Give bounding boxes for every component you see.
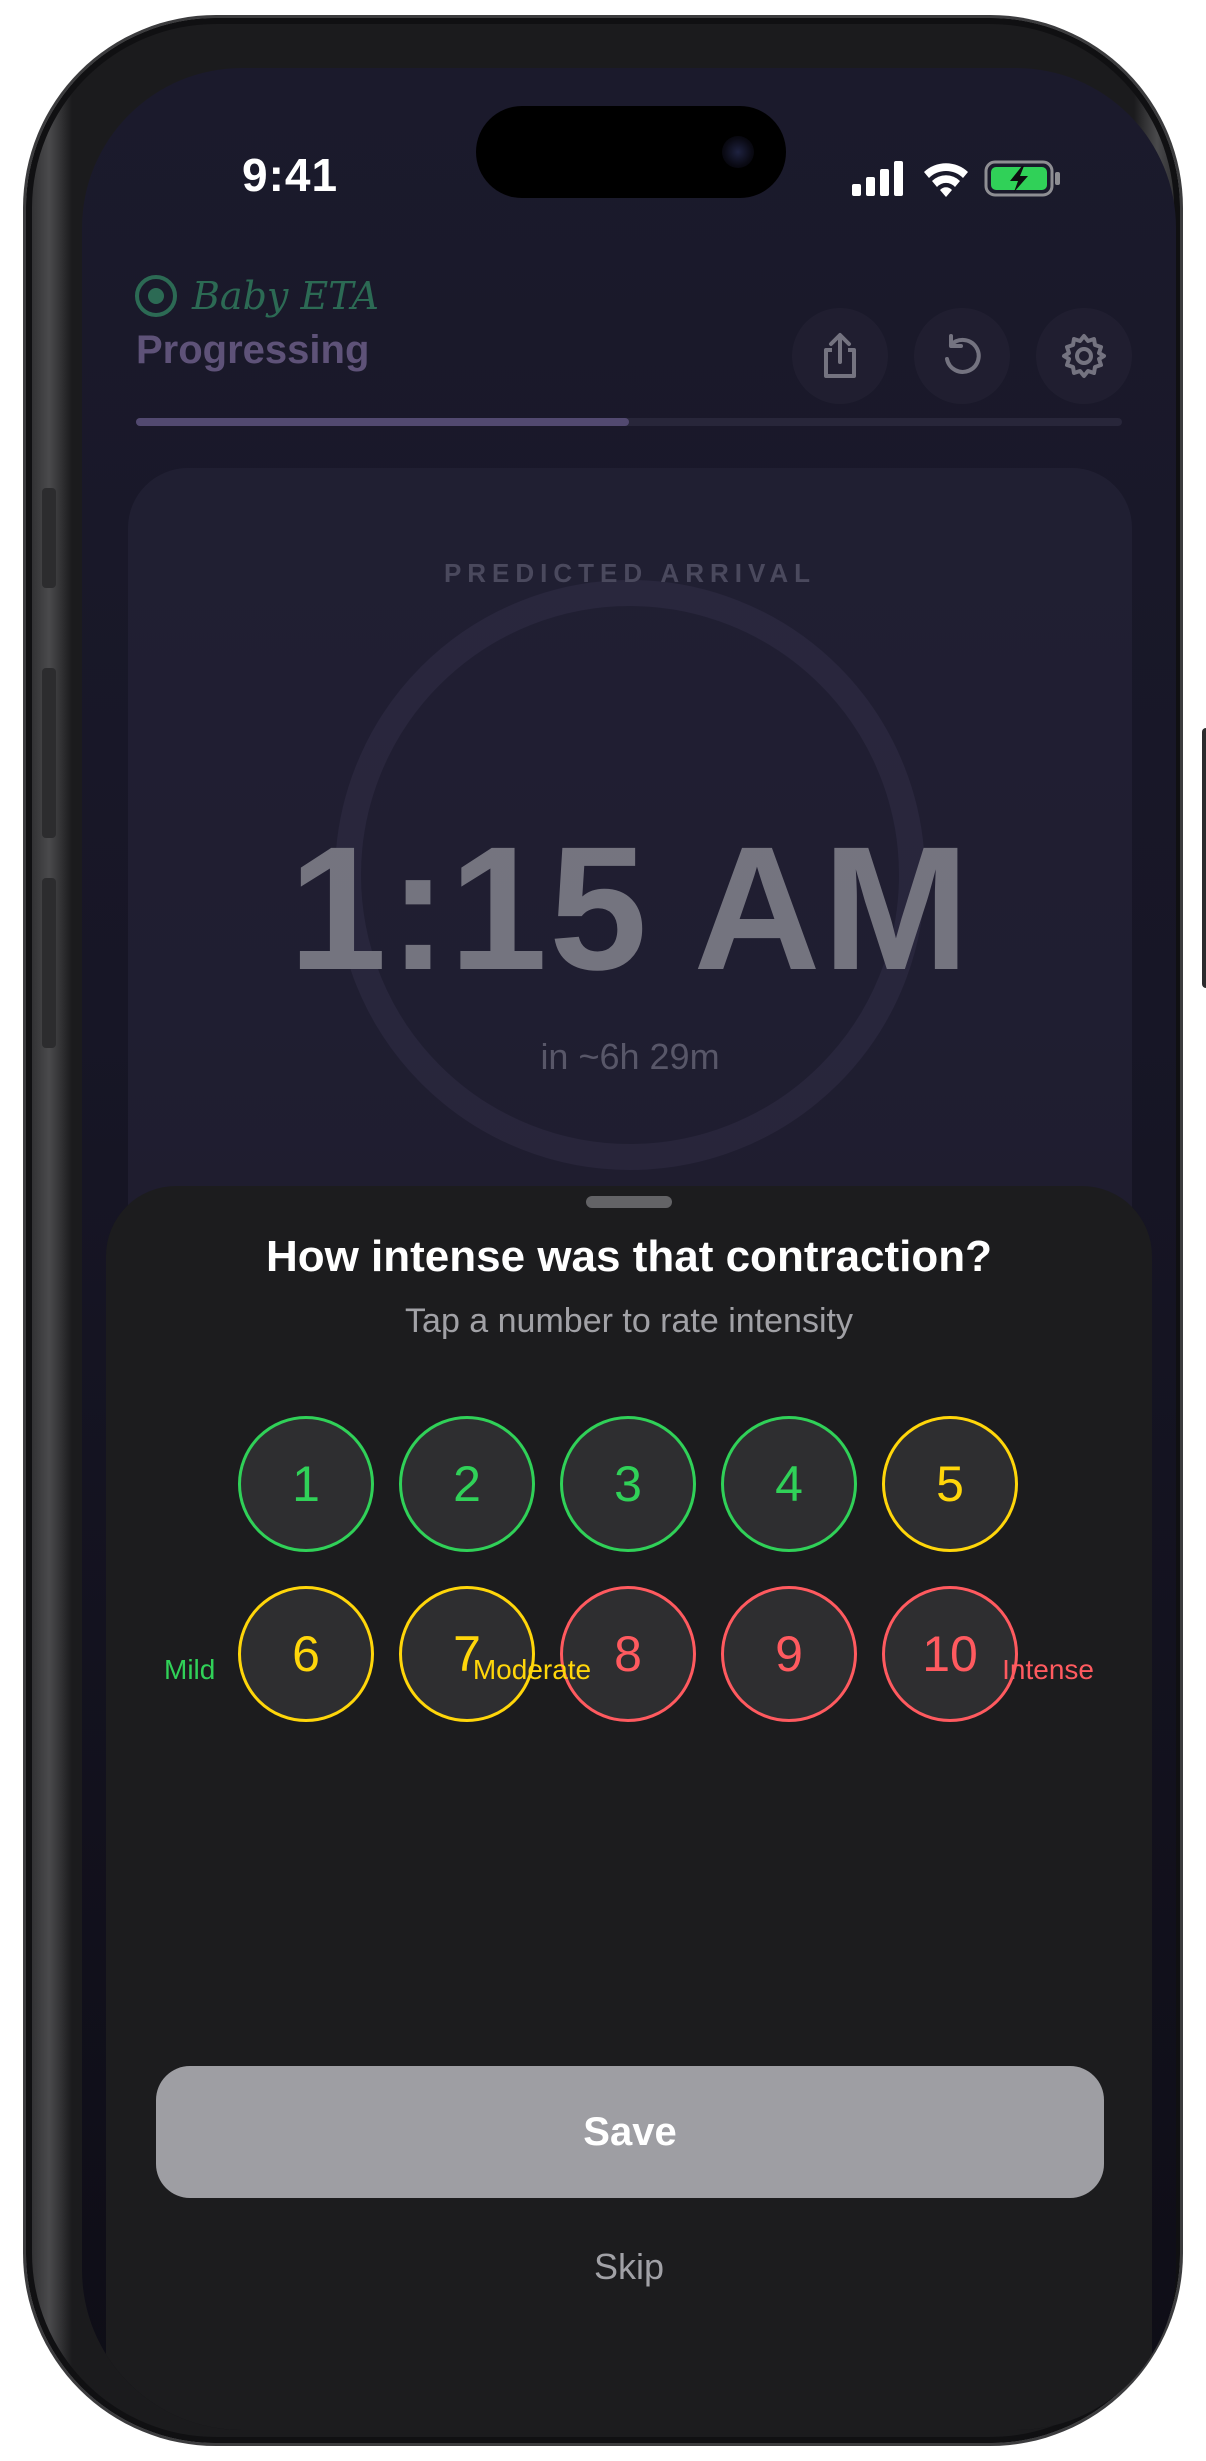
intensity-option-4[interactable]: 4 — [721, 1416, 857, 1552]
predicted-arrival-time: 1:15 AM — [288, 811, 972, 1007]
power-button — [1202, 728, 1206, 988]
intensity-option-5[interactable]: 5 — [882, 1416, 1018, 1552]
sheet-grabber[interactable] — [586, 1196, 672, 1208]
share-icon — [824, 333, 856, 378]
dynamic-island — [476, 106, 786, 198]
share-button[interactable] — [792, 308, 888, 404]
progress-fill — [136, 418, 629, 426]
progress-bar — [136, 418, 1122, 426]
prediction-card: PREDICTED ARRIVAL 1:15 AM in ~6h 29m — [128, 468, 1132, 1268]
settings-button[interactable] — [1036, 308, 1132, 404]
arrival-countdown: in ~6h 29m — [540, 1036, 720, 1077]
stage-label: Progressing — [136, 328, 370, 372]
cellular-signal-icon — [852, 161, 903, 196]
screen: 9:41 Baby ETA Progressing PREDICTED ARRI… — [82, 68, 1176, 2430]
scale-label-moderate: Moderate — [472, 1654, 592, 1685]
camera-icon — [722, 136, 754, 168]
intensity-option-3[interactable]: 3 — [560, 1416, 696, 1552]
volume-down-button — [42, 878, 56, 1048]
sheet-title: How intense was that contraction? — [265, 1232, 993, 1281]
status-icons — [852, 160, 1060, 197]
brand-name: Baby ETA — [192, 274, 379, 318]
intensity-sheet: How intense was that contraction? Tap a … — [106, 1186, 1152, 2430]
prediction-label: PREDICTED ARRIVAL — [443, 558, 817, 588]
settings-icon — [1062, 334, 1106, 378]
phone-frame: 9:41 Baby ETA Progressing PREDICTED ARRI… — [26, 18, 1206, 2443]
save-button[interactable]: Save — [156, 2066, 1104, 2198]
reset-button[interactable] — [914, 308, 1010, 404]
skip-button[interactable]: Skip — [106, 2246, 1152, 2288]
intensity-option-2[interactable]: 2 — [399, 1416, 535, 1552]
status-time: 9:41 — [242, 149, 339, 201]
sheet-subtitle: Tap a number to rate intensity — [405, 1302, 853, 1340]
wifi-icon — [924, 163, 968, 197]
intensity-option-1[interactable]: 1 — [238, 1416, 374, 1552]
brand: Baby ETA — [134, 274, 379, 318]
reset-icon — [945, 334, 981, 374]
target-icon — [135, 275, 177, 317]
action-button — [42, 488, 56, 588]
battery-charging-icon — [984, 160, 1060, 197]
scale-label-intense: Intense — [1002, 1654, 1094, 1685]
volume-up-button — [42, 668, 56, 838]
